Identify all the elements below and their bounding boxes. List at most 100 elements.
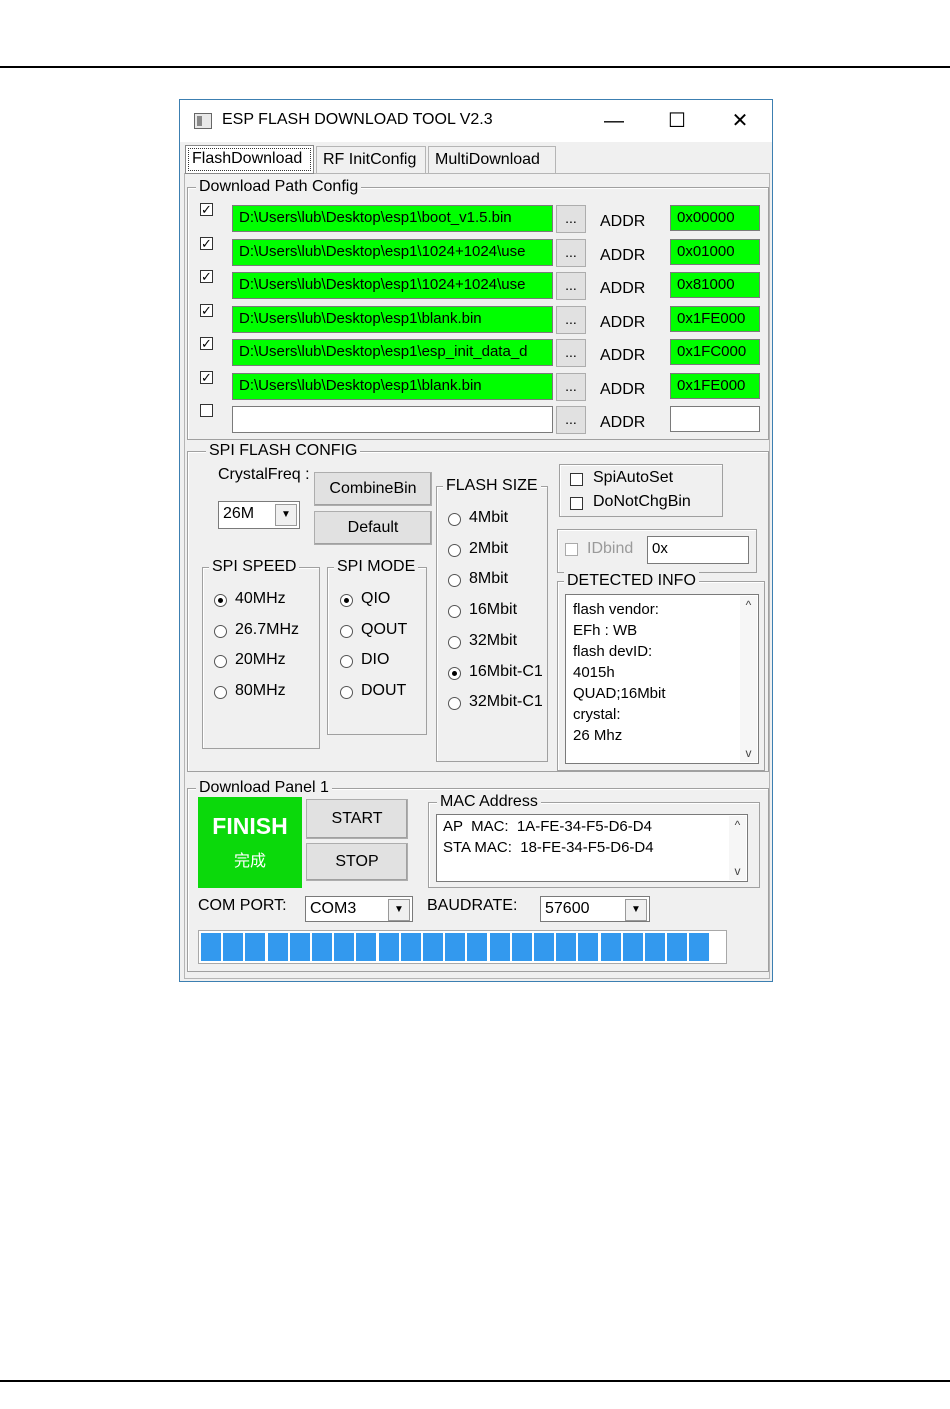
scroll-up-icon[interactable]: ^	[740, 598, 757, 612]
flash-size-group: FLASH SIZE	[436, 476, 548, 762]
progress-segment	[556, 933, 577, 961]
spi-auto-set-checkbox[interactable]	[570, 473, 583, 486]
progress-segment	[378, 933, 399, 961]
addr-input[interactable]: 0x1FE000	[670, 373, 760, 399]
scroll-down-icon[interactable]: v	[729, 864, 746, 878]
app-icon	[194, 113, 212, 129]
flash-size-radio[interactable]	[448, 667, 461, 680]
com-port-select[interactable]: COM3 ▼	[305, 896, 413, 922]
detected-info-line: QUAD;16Mbit	[573, 685, 666, 702]
baudrate-label: BAUDRATE:	[427, 897, 518, 914]
stop-button[interactable]: STOP	[306, 843, 408, 881]
browse-button[interactable]: ...	[556, 339, 586, 367]
path-row-checkbox[interactable]: ✓	[200, 337, 213, 350]
detected-info-scrollbar[interactable]: ^ v	[740, 596, 757, 762]
flash-size-radio[interactable]	[448, 544, 461, 557]
path-input[interactable]: D:\Users\lub\Desktop\esp1\blank.bin	[232, 373, 553, 400]
tab-rf-initconfig[interactable]: RF InitConfig	[316, 146, 426, 173]
detected-info-text[interactable]: flash vendor: EFh : WB flash devID: 4015h QU…	[565, 594, 759, 764]
browse-button[interactable]: ...	[556, 239, 586, 267]
path-input[interactable]: D:\Users\lub\Desktop\esp1\boot_v1.5.bin	[232, 205, 553, 232]
addr-input[interactable]	[670, 406, 760, 432]
tab-multidownload[interactable]: MultiDownload	[428, 146, 556, 173]
path-input[interactable]: D:\Users\lub\Desktop\esp1\1024+1024\use	[232, 239, 553, 266]
close-icon[interactable]: ✕	[720, 106, 760, 136]
idbind-input[interactable]: 0x	[647, 536, 749, 564]
browse-button[interactable]: ...	[556, 205, 586, 233]
progress-segment	[622, 933, 643, 961]
progress-segment	[356, 933, 377, 961]
flash-size-option-label: 4Mbit	[469, 509, 509, 526]
addr-input[interactable]: 0x00000	[670, 205, 760, 231]
path-input[interactable]: D:\Users\lub\Desktop\esp1\esp_init_data_…	[232, 339, 553, 366]
do-not-chg-bin-checkbox[interactable]	[570, 497, 583, 510]
addr-input[interactable]: 0x1FC000	[670, 339, 760, 365]
scroll-down-icon[interactable]: v	[740, 746, 757, 760]
spi-speed-radio[interactable]	[214, 594, 227, 607]
path-input[interactable]	[232, 406, 553, 433]
spi-speed-radio[interactable]	[214, 655, 227, 668]
baudrate-select[interactable]: 57600 ▼	[540, 896, 650, 922]
spi-mode-radio[interactable]	[340, 686, 353, 699]
addr-input[interactable]: 0x01000	[670, 239, 760, 265]
download-panel-title: Download Panel 1	[196, 778, 332, 798]
browse-button[interactable]: ...	[556, 406, 586, 434]
chevron-down-icon: ▼	[275, 504, 297, 526]
combine-bin-button[interactable]: CombineBin	[314, 472, 432, 506]
detected-info-line: flash vendor:	[573, 601, 659, 618]
spi-speed-option-label: 20MHz	[235, 651, 286, 668]
spi-mode-radio[interactable]	[340, 625, 353, 638]
browse-button[interactable]: ...	[556, 272, 586, 300]
start-button[interactable]: START	[306, 799, 408, 839]
progress-segment	[689, 933, 710, 961]
browse-button[interactable]: ...	[556, 306, 586, 334]
crystal-freq-select[interactable]: 26M ▼	[218, 501, 300, 529]
addr-label: ADDR	[600, 381, 646, 398]
path-row-checkbox[interactable]: ✓	[200, 371, 213, 384]
flash-size-radio[interactable]	[448, 513, 461, 526]
status-finish-cn: 完成	[233, 853, 266, 870]
spi-auto-set-label: SpiAutoSet	[593, 469, 674, 486]
path-row-checkbox[interactable]: ✓	[200, 237, 213, 250]
addr-label: ADDR	[600, 280, 646, 297]
flash-size-radio[interactable]	[448, 636, 461, 649]
title-bar[interactable]: ESP FLASH DOWNLOAD TOOL V2.3 — ☐ ✕	[180, 100, 772, 142]
progress-segment	[578, 933, 599, 961]
path-input[interactable]: D:\Users\lub\Desktop\esp1\1024+1024\use	[232, 272, 553, 299]
tab-flashdownload[interactable]: FlashDownload	[185, 145, 314, 174]
browse-button[interactable]: ...	[556, 373, 586, 401]
progress-segment	[267, 933, 288, 961]
mac-address-text[interactable]: AP MAC: 1A-FE-34-F5-D6-D4 STA MAC: 18-FE…	[436, 814, 748, 882]
detected-info-line: flash devID:	[573, 643, 653, 660]
mac-address-scrollbar[interactable]: ^ v	[729, 816, 746, 880]
detected-info-line: crystal:	[573, 706, 621, 723]
path-row-checkbox[interactable]: ✓	[200, 304, 213, 317]
addr-input[interactable]: 0x1FE000	[670, 306, 760, 332]
spi-mode-radio[interactable]	[340, 594, 353, 607]
chevron-down-icon: ▼	[625, 899, 647, 921]
flash-size-radio[interactable]	[448, 574, 461, 587]
minimize-icon[interactable]: —	[594, 106, 634, 136]
addr-label: ADDR	[600, 414, 646, 431]
scroll-up-icon[interactable]: ^	[729, 818, 746, 832]
default-button[interactable]: Default	[314, 511, 432, 545]
maximize-icon[interactable]: ☐	[657, 106, 697, 136]
progress-segment	[289, 933, 310, 961]
flash-size-radio[interactable]	[448, 697, 461, 710]
flash-size-option-label: 16Mbit-C1	[469, 663, 543, 680]
path-row-checkbox[interactable]	[200, 404, 213, 417]
download-progress-bar	[198, 930, 727, 964]
page-bottom-rule	[0, 1380, 950, 1382]
path-row-checkbox[interactable]: ✓	[200, 203, 213, 216]
addr-input[interactable]: 0x81000	[670, 272, 760, 298]
path-row-checkbox[interactable]: ✓	[200, 270, 213, 283]
flash-size-radio[interactable]	[448, 605, 461, 618]
progress-segment	[600, 933, 621, 961]
spi-speed-radio[interactable]	[214, 625, 227, 638]
spi-mode-radio[interactable]	[340, 655, 353, 668]
spi-speed-option-label: 80MHz	[235, 682, 286, 699]
do-not-chg-bin-label: DoNotChgBin	[593, 493, 691, 510]
spi-speed-radio[interactable]	[214, 686, 227, 699]
path-input[interactable]: D:\Users\lub\Desktop\esp1\blank.bin	[232, 306, 553, 333]
progress-segment	[489, 933, 510, 961]
